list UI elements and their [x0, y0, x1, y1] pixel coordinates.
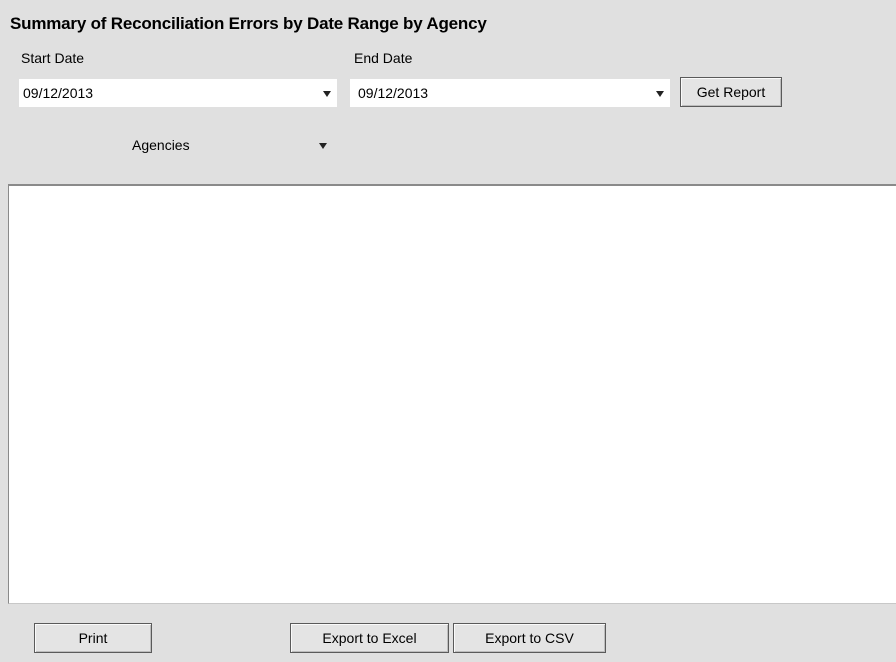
agencies-label: Agencies — [132, 137, 190, 153]
page-title: Summary of Reconciliation Errors by Date… — [10, 14, 487, 33]
chevron-down-icon[interactable] — [323, 91, 331, 97]
start-date-label: Start Date — [21, 50, 85, 66]
start-date-picker[interactable]: 09/12/2013 — [19, 79, 337, 107]
end-date-picker[interactable]: 09/12/2013 — [350, 79, 670, 107]
get-report-button[interactable]: Get Report — [680, 77, 782, 107]
start-date-value: 09/12/2013 — [23, 85, 94, 101]
export-excel-button[interactable]: Export to Excel — [290, 623, 449, 653]
report-window: Summary of Reconciliation Errors by Date… — [0, 0, 896, 662]
chevron-down-icon[interactable] — [319, 143, 327, 149]
report-viewer[interactable] — [8, 184, 896, 604]
agencies-dropdown[interactable]: Agencies — [118, 133, 348, 157]
end-date-value: 09/12/2013 — [358, 85, 429, 101]
print-button[interactable]: Print — [34, 623, 152, 653]
export-csv-button[interactable]: Export to CSV — [453, 623, 606, 653]
end-date-label: End Date — [354, 50, 413, 66]
chevron-down-icon[interactable] — [656, 91, 664, 97]
